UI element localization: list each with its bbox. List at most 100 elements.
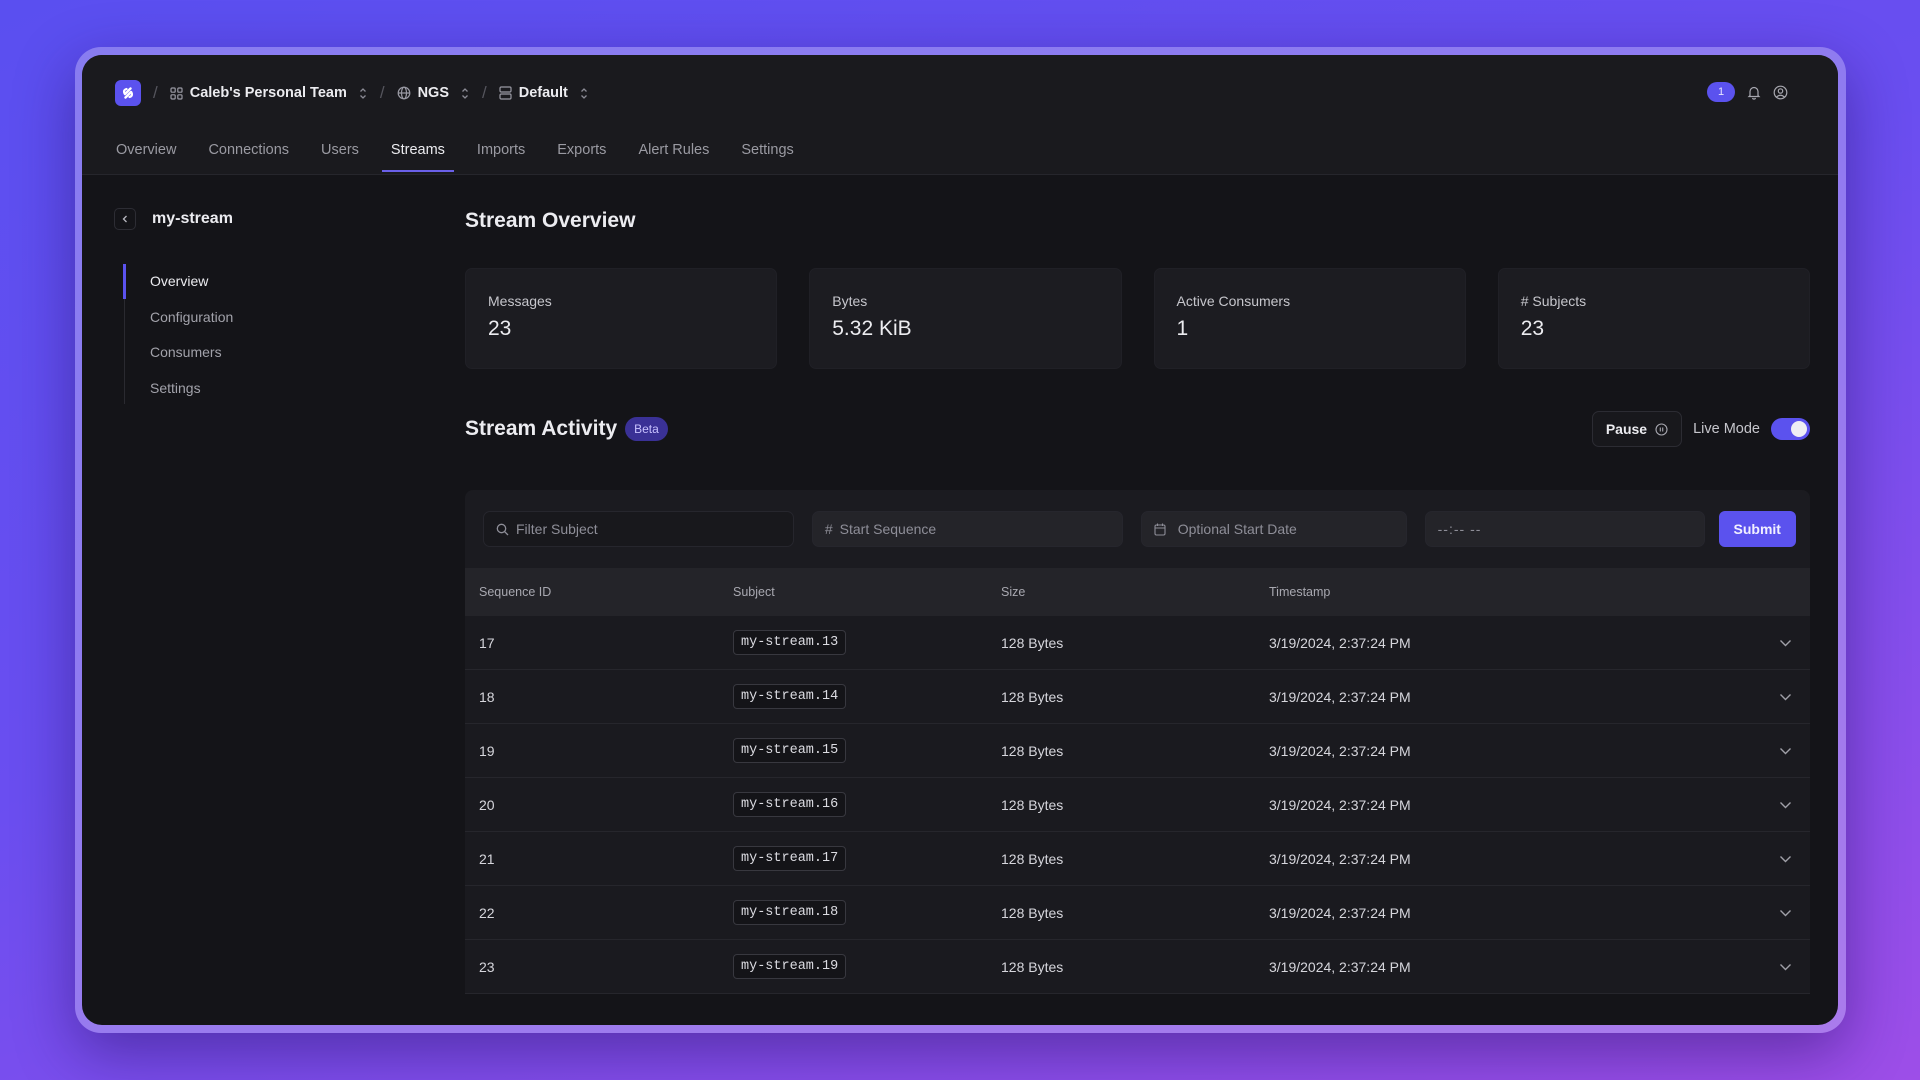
- expand-row-button[interactable]: [1760, 747, 1810, 755]
- tab-overview[interactable]: Overview: [116, 135, 176, 171]
- beta-badge: Beta: [625, 417, 668, 441]
- start-time-input[interactable]: --:-- --: [1424, 511, 1705, 547]
- stat-label: Active Consumers: [1176, 293, 1291, 309]
- subject-tag: my-stream.15: [733, 738, 847, 763]
- timestamp-cell: 3/19/2024, 2:37:24 PM: [1269, 904, 1411, 921]
- breadcrumb-team[interactable]: Caleb's Personal Team: [170, 85, 368, 101]
- breadcrumb-account[interactable]: NGS: [397, 85, 470, 101]
- tab-alert-rules[interactable]: Alert Rules: [638, 135, 709, 171]
- table-row[interactable]: 18 my-stream.14 128 Bytes 3/19/2024, 2:37:2…: [465, 670, 1810, 724]
- expand-row-button[interactable]: [1760, 963, 1810, 971]
- subject-tag: my-stream.17: [733, 846, 847, 871]
- expand-row-button[interactable]: [1760, 909, 1810, 917]
- user-avatar-icon[interactable]: [1773, 85, 1788, 100]
- subject-cell: my-stream.14: [733, 684, 1001, 709]
- pause-circle-icon: [1655, 422, 1668, 436]
- breadcrumb-account-label: NGS: [417, 85, 449, 101]
- stat-value: 23: [1520, 317, 1545, 340]
- start-sequence-placeholder: Start Sequence: [839, 521, 937, 537]
- submit-button[interactable]: Submit: [1718, 511, 1796, 547]
- size-cell: 128 Bytes: [1001, 796, 1064, 813]
- tab-connections[interactable]: Connections: [208, 135, 289, 171]
- stat-label: Bytes: [832, 293, 868, 309]
- bell-icon[interactable]: [1747, 85, 1761, 100]
- sidebar-item-consumers[interactable]: Consumers: [125, 335, 233, 371]
- sidebar-item-configuration[interactable]: Configuration: [125, 300, 233, 336]
- table-header: Sequence ID Subject Size Timestamp: [465, 568, 1810, 616]
- back-button[interactable]: [114, 208, 136, 230]
- start-date-placeholder: Optional Start Date: [1177, 521, 1297, 537]
- start-sequence-input[interactable]: # Start Sequence: [811, 511, 1123, 547]
- sequence-id-cell: 20: [479, 796, 495, 813]
- subject-tag: my-stream.19: [733, 954, 847, 979]
- breadcrumb: / Caleb's Personal Team / NGS / Default: [115, 80, 589, 106]
- chevron-down-icon: [1779, 747, 1792, 755]
- expand-row-button[interactable]: [1760, 855, 1810, 863]
- server-icon: [499, 86, 512, 100]
- expand-row-button[interactable]: [1760, 693, 1810, 701]
- stat-card-messages: Messages 23: [465, 268, 778, 369]
- start-date-input[interactable]: Optional Start Date: [1140, 511, 1407, 547]
- chevron-up-down-icon: [579, 87, 589, 100]
- activity-panel: Filter Subject # Start Sequence Optional…: [465, 490, 1810, 994]
- size-cell: 128 Bytes: [1001, 742, 1064, 759]
- stat-card-active-consumers: Active Consumers 1: [1153, 268, 1466, 369]
- table-row[interactable]: 23 my-stream.19 128 Bytes 3/19/2024, 2:37:2…: [465, 940, 1810, 994]
- stream-sidebar-nav: Overview Configuration Consumers Setting…: [122, 264, 233, 407]
- chevron-left-icon: [121, 214, 129, 224]
- main-tabs: Overview Connections Users Streams Impor…: [116, 135, 826, 172]
- column-header-sequence-id[interactable]: Sequence ID: [465, 585, 733, 599]
- sidebar-item-settings[interactable]: Settings: [125, 371, 233, 407]
- top-header: / Caleb's Personal Team / NGS / Default …: [82, 55, 1838, 175]
- size-cell: 128 Bytes: [1001, 850, 1064, 867]
- filter-subject-input[interactable]: Filter Subject: [483, 511, 794, 547]
- table-body: 17 my-stream.13 128 Bytes 3/19/2024, 2:37:2…: [465, 616, 1810, 994]
- subject-cell: my-stream.13: [733, 630, 1001, 655]
- stat-value: 5.32 KiB: [832, 317, 912, 340]
- table-row[interactable]: 17 my-stream.13 128 Bytes 3/19/2024, 2:37:2…: [465, 616, 1810, 670]
- stat-card-subjects: # Subjects 23: [1497, 268, 1810, 369]
- expand-row-button[interactable]: [1760, 639, 1810, 647]
- tab-imports[interactable]: Imports: [477, 135, 525, 171]
- table-row[interactable]: 19 my-stream.15 128 Bytes 3/19/2024, 2:37:2…: [465, 724, 1810, 778]
- column-header-timestamp[interactable]: Timestamp: [1269, 585, 1760, 599]
- size-cell: 128 Bytes: [1001, 904, 1064, 921]
- app-window: / Caleb's Personal Team / NGS / Default …: [82, 55, 1838, 1025]
- header-actions: 1: [1707, 82, 1788, 102]
- size-cell: 128 Bytes: [1001, 688, 1064, 705]
- stat-label: Messages: [488, 293, 552, 309]
- table-row[interactable]: 21 my-stream.17 128 Bytes 3/19/2024, 2:37:2…: [465, 832, 1810, 886]
- column-header-subject[interactable]: Subject: [733, 585, 1001, 599]
- chevron-up-down-icon: [358, 87, 368, 100]
- sequence-id-cell: 22: [479, 904, 495, 921]
- timestamp-cell: 3/19/2024, 2:37:24 PM: [1269, 958, 1411, 975]
- subject-cell: my-stream.15: [733, 738, 1001, 763]
- breadcrumb-system[interactable]: Default: [499, 85, 589, 101]
- live-mode-toggle[interactable]: [1771, 418, 1810, 440]
- breadcrumb-system-label: Default: [518, 85, 568, 101]
- stat-card-bytes: Bytes 5.32 KiB: [809, 268, 1122, 369]
- sequence-id-cell: 17: [479, 634, 495, 651]
- column-header-size[interactable]: Size: [1001, 585, 1269, 599]
- activity-heading: Stream Activity Beta: [465, 417, 668, 441]
- stat-value: 1: [1176, 317, 1189, 340]
- tab-streams[interactable]: Streams: [381, 135, 454, 172]
- table-row[interactable]: 22 my-stream.18 128 Bytes 3/19/2024, 2:37:2…: [465, 886, 1810, 940]
- pause-button[interactable]: Pause: [1591, 411, 1683, 447]
- expand-row-button[interactable]: [1760, 801, 1810, 809]
- sidebar-item-overview[interactable]: Overview: [122, 264, 233, 300]
- tab-settings[interactable]: Settings: [741, 135, 793, 171]
- sequence-id-cell: 23: [479, 958, 495, 975]
- chevron-down-icon: [1779, 855, 1792, 863]
- notification-count-badge[interactable]: 1: [1707, 82, 1735, 102]
- hash-icon: #: [824, 521, 833, 537]
- stream-name-title: my-stream: [152, 210, 233, 227]
- chevron-down-icon: [1779, 693, 1792, 701]
- tab-users[interactable]: Users: [321, 135, 359, 171]
- synadia-logo-icon[interactable]: [115, 80, 141, 106]
- subject-cell: my-stream.17: [733, 846, 1001, 871]
- table-row[interactable]: 20 my-stream.16 128 Bytes 3/19/2024, 2:37:2…: [465, 778, 1810, 832]
- page-title: Stream Overview: [465, 209, 636, 232]
- sequence-id-cell: 18: [479, 688, 495, 705]
- tab-exports[interactable]: Exports: [557, 135, 606, 171]
